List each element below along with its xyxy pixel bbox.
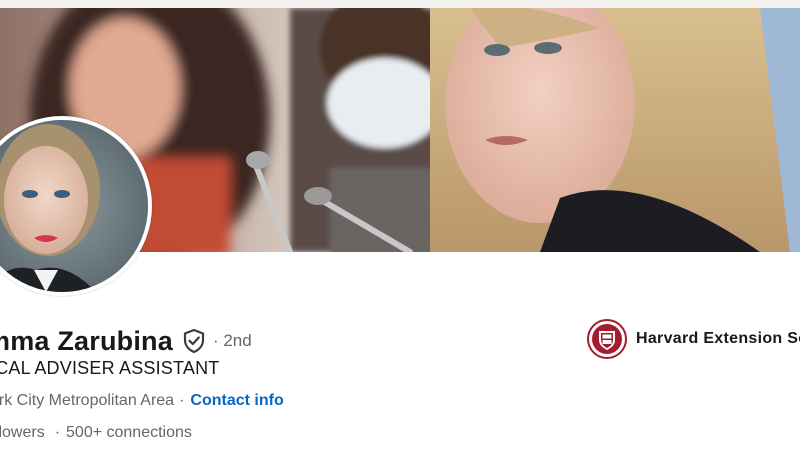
education-school[interactable]: Harvard Extension Sc bbox=[587, 319, 800, 359]
connection-degree: · 2nd bbox=[212, 331, 252, 350]
connections-link[interactable]: 500+ connections bbox=[66, 424, 192, 441]
contact-info-link[interactable]: Contact info bbox=[190, 392, 283, 409]
profile-location: ork City Metropolitan Area bbox=[0, 392, 175, 409]
profile-photo-image bbox=[0, 120, 148, 292]
harvard-crest-icon bbox=[587, 319, 627, 359]
profile-name: mma Zarubina bbox=[0, 325, 173, 356]
profile-headline: ICAL ADVISER ASSISTANT bbox=[0, 358, 220, 378]
profile-photo[interactable] bbox=[0, 116, 152, 296]
shield-check-icon[interactable] bbox=[183, 328, 205, 354]
school-name: Harvard Extension Sc bbox=[636, 330, 800, 347]
location-row: ork City Metropolitan Area · Contact info bbox=[0, 392, 284, 410]
followers-link[interactable]: ollowers bbox=[0, 424, 45, 441]
network-row: ollowers · 500+ connections bbox=[0, 424, 192, 442]
separator-dot: · bbox=[179, 392, 185, 409]
name-row: mma Zarubina · 2nd bbox=[0, 321, 252, 361]
top-bar bbox=[0, 0, 800, 8]
separator-dot: · bbox=[54, 424, 61, 441]
